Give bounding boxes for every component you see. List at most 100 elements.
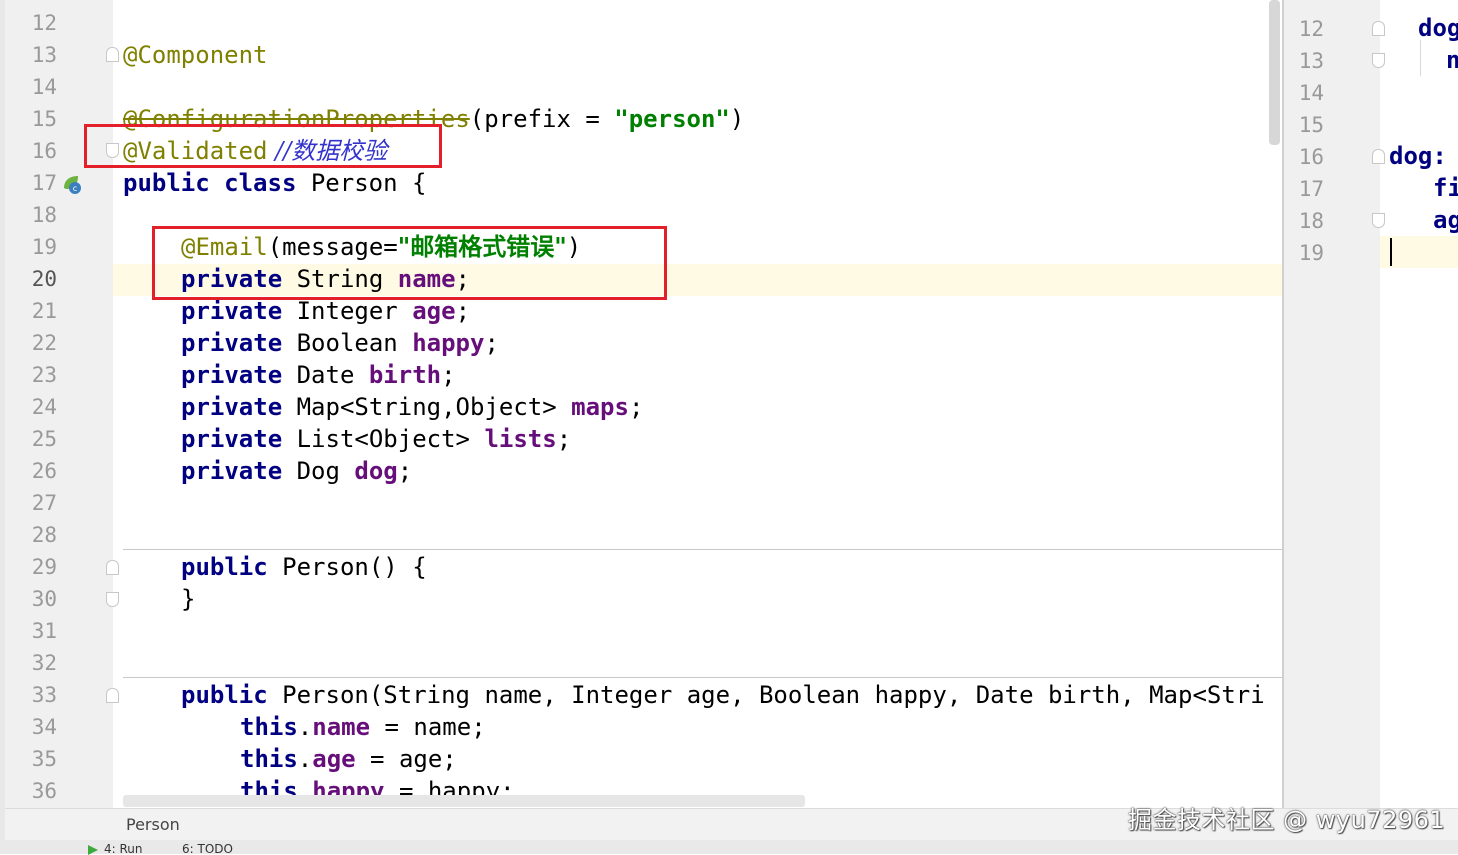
- line-number: 13: [31, 43, 57, 67]
- yaml-key: n: [1446, 46, 1458, 74]
- code-text: ;: [397, 457, 413, 485]
- line-number: 16: [1298, 145, 1324, 169]
- code-text: = age;: [355, 745, 457, 773]
- line-number: 36: [31, 779, 57, 803]
- yaml-key: dog: [1418, 14, 1458, 42]
- line-number: 26: [31, 459, 57, 483]
- line-number: 18: [31, 203, 57, 227]
- run-tool-button[interactable]: 4: Run: [104, 843, 143, 854]
- line-number: 35: [31, 747, 57, 771]
- code-line-33[interactable]: public Person(String name, Integer age, …: [181, 679, 1265, 711]
- vertical-scrollbar[interactable]: [1269, 0, 1280, 145]
- code-text: ;: [484, 329, 499, 357]
- line-number: 13: [1298, 49, 1324, 73]
- line-number-current: 20: [31, 267, 57, 291]
- code-text: ): [729, 105, 745, 133]
- horizontal-scrollbar[interactable]: [123, 795, 805, 807]
- line-number: 31: [31, 619, 57, 643]
- line-number: 12: [1298, 17, 1324, 41]
- line-number: 14: [1298, 81, 1324, 105]
- keyword: public: [181, 681, 268, 709]
- keyword: public: [181, 553, 268, 581]
- code-text: .: [297, 713, 313, 741]
- field-name: dog: [354, 457, 398, 485]
- keyword: private: [181, 457, 283, 485]
- field-name: name: [312, 713, 371, 741]
- yaml-editor[interactable]: dog n dog: fi ag: [1380, 0, 1458, 808]
- line-number: 15: [1298, 113, 1324, 137]
- code-text: ;: [441, 361, 456, 389]
- code-text: Dog: [282, 457, 355, 485]
- line-number: 29: [31, 555, 57, 579]
- code-text: Date: [282, 361, 369, 389]
- code-text: ;: [628, 393, 644, 421]
- field-name: age: [412, 297, 456, 325]
- breadcrumb[interactable]: Person: [126, 815, 180, 834]
- code-line-17[interactable]: public class Person {: [123, 167, 426, 199]
- code-text: ;: [455, 297, 471, 325]
- code-text: List<Object>: [282, 425, 485, 453]
- code-text: }: [181, 585, 196, 613]
- line-number: 15: [31, 107, 57, 131]
- code-line-35[interactable]: this.age = age;: [240, 743, 457, 775]
- field-name: lists: [484, 425, 557, 453]
- highlight-box-validated: [84, 124, 442, 168]
- line-number: 24: [31, 395, 57, 419]
- code-text: .: [297, 745, 313, 773]
- annotation: @Component: [123, 41, 268, 69]
- code-line-24[interactable]: private Map<String,Object> maps;: [181, 391, 643, 423]
- indent-guide: [1420, 40, 1421, 76]
- code-text: = name;: [370, 713, 486, 741]
- watermark: 掘金技术社区 @ wyu72961: [1128, 806, 1446, 834]
- code-text: Person() {: [267, 553, 427, 581]
- line-number: 16: [31, 139, 57, 163]
- line-number: 33: [31, 683, 57, 707]
- line-number: 22: [31, 331, 57, 355]
- line-number: 17: [31, 171, 57, 195]
- text-caret: [1390, 238, 1392, 266]
- keyword: private: [181, 393, 283, 421]
- code-editor[interactable]: @Component @ConfigurationProperties(pref…: [113, 0, 1283, 808]
- line-number: 28: [31, 523, 57, 547]
- code-line-34[interactable]: this.name = name;: [240, 711, 486, 743]
- keyword: this: [240, 745, 298, 773]
- line-number: 14: [31, 75, 57, 99]
- line-number: 27: [31, 491, 57, 515]
- code-text: Boolean: [282, 329, 413, 357]
- line-number: 21: [31, 299, 57, 323]
- spring-bean-icon[interactable]: c: [60, 172, 84, 196]
- code-line-23[interactable]: private Date birth;: [181, 359, 456, 391]
- code-line-13[interactable]: @Component: [123, 39, 268, 71]
- keyword: private: [181, 329, 283, 357]
- string-literal: "person": [614, 105, 730, 133]
- code-line-30[interactable]: }: [181, 583, 195, 615]
- code-text: Person(String name, Integer age, Boolean…: [267, 681, 1265, 709]
- field-name: age: [312, 745, 356, 773]
- line-number: 23: [31, 363, 57, 387]
- code-text: Integer: [282, 297, 413, 325]
- code-line-22[interactable]: private Boolean happy;: [181, 327, 499, 359]
- highlight-box-email: [152, 226, 667, 300]
- code-line-25[interactable]: private List<Object> lists;: [181, 423, 571, 455]
- code-line-29[interactable]: public Person() {: [181, 551, 427, 583]
- line-number: 34: [31, 715, 57, 739]
- todo-tool-button[interactable]: 6: TODO: [182, 843, 233, 854]
- code-line-26[interactable]: private Dog dog;: [181, 455, 412, 487]
- yaml-key: dog:: [1389, 142, 1447, 170]
- line-number: 30: [31, 587, 57, 611]
- line-number: 25: [31, 427, 57, 451]
- yaml-key: ag: [1433, 206, 1458, 234]
- code-text: Person {: [296, 169, 427, 197]
- line-number: 17: [1298, 177, 1324, 201]
- line-number: 19: [1298, 241, 1324, 265]
- field-name: happy: [412, 329, 485, 357]
- keyword: private: [181, 361, 283, 389]
- keyword: private: [181, 297, 283, 325]
- code-text: (prefix =: [469, 105, 615, 133]
- code-text: ;: [556, 425, 572, 453]
- keyword: public class: [123, 169, 297, 197]
- yaml-key: fi: [1433, 174, 1458, 202]
- field-name: birth: [368, 361, 442, 389]
- line-number: 32: [31, 651, 57, 675]
- method-separator: [123, 677, 1283, 678]
